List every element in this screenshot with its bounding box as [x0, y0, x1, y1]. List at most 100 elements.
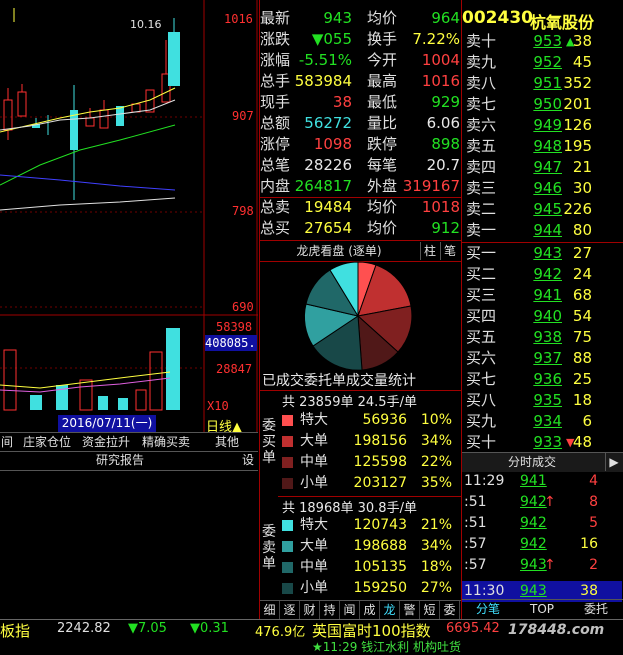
info-tab[interactable]: 财	[300, 601, 320, 619]
bid-price[interactable]: 938	[522, 327, 562, 348]
func-button-3[interactable]: 精确买卖	[138, 433, 194, 451]
trade-time: :57	[464, 557, 487, 573]
stat-name: 中单	[300, 559, 328, 575]
ask-volume: 45	[572, 53, 592, 71]
stat-name: 中单	[300, 454, 328, 470]
price-label-2: 907	[232, 109, 254, 123]
quote-row: 最新 943 均价 964	[260, 8, 460, 29]
order-row: 买七 936 25	[462, 369, 622, 390]
info-tab[interactable]: 闻	[340, 601, 360, 619]
stat-row: 小单 203127 35%	[282, 473, 460, 494]
kline-chart[interactable]: 1016 907 798 690 10.16 58398 408085. 288…	[0, 0, 258, 435]
bid-price[interactable]: 942	[522, 264, 562, 285]
bid-price[interactable]: 937	[522, 348, 562, 369]
info-tab[interactable]: 龙	[380, 601, 400, 619]
stat-volume: 56936	[362, 412, 407, 428]
quote-value: 1018	[421, 198, 460, 216]
bid-price[interactable]: 933	[522, 432, 562, 453]
order-row: 买六 937 88	[462, 348, 622, 369]
right-tab[interactable]: TOP	[516, 600, 568, 618]
bid-price[interactable]: 940	[522, 306, 562, 327]
func-button-1[interactable]: 庄家仓位	[18, 433, 76, 451]
right-tab[interactable]: 分笔	[462, 600, 514, 618]
quote-row: 现手 38 最低 929	[260, 92, 460, 113]
ask-price[interactable]: 950	[522, 94, 562, 115]
stat-percent: 10%	[420, 412, 452, 428]
stat-volume: 125598	[353, 454, 407, 470]
ask-volume: 38	[572, 32, 592, 50]
ask-price[interactable]: 952	[522, 52, 562, 73]
bid-label: 买一	[466, 244, 497, 262]
stat-color-swatch	[282, 478, 293, 489]
stat-name: 特大	[300, 517, 328, 533]
bid-price[interactable]: 934	[522, 411, 562, 432]
ask-price[interactable]: 947	[522, 157, 562, 178]
quote-row: 总额 56272 量比 6.06	[260, 113, 460, 134]
ask-price[interactable]: 945	[522, 199, 562, 220]
bid-volume: 27	[572, 244, 592, 262]
quote-label: 内盘	[260, 177, 291, 195]
buy-summary: 共 23859单 24.5手/单	[282, 395, 417, 410]
info-tab[interactable]: 逐	[280, 601, 300, 619]
quote-row: 总手 583984 最高 1016	[260, 71, 460, 92]
quote-value: 898	[431, 135, 460, 153]
ask-label: 卖五	[466, 137, 497, 155]
stat-color-swatch	[282, 415, 293, 426]
quote-row: 总笔 28226 每笔 20.7	[260, 155, 460, 176]
trade-price: 942	[520, 536, 547, 552]
order-row: 买八 935 18	[462, 390, 622, 411]
bid-price[interactable]: 943	[522, 243, 562, 264]
bid-label: 买八	[466, 391, 497, 409]
stat-color-swatch	[282, 436, 293, 447]
ask-price[interactable]: 949	[522, 115, 562, 136]
stat-row: 大单 198156 34%	[282, 431, 460, 452]
stat-color-swatch	[282, 583, 293, 594]
info-tab[interactable]: 细	[260, 601, 280, 619]
trades-expand-icon[interactable]: ▶	[605, 453, 622, 471]
ask-price[interactable]: 946	[522, 178, 562, 199]
right-tab[interactable]: 委托	[570, 600, 622, 618]
ticker-news[interactable]: ★11:29 钱江水利 机构吐货	[312, 638, 461, 655]
stat-row: 特大 120743 21%	[282, 515, 460, 536]
research-report-button[interactable]: 研究报告	[0, 451, 240, 469]
stat-percent: 27%	[420, 580, 452, 596]
info-tab[interactable]: 警	[400, 601, 420, 619]
ask-label: 卖十	[466, 32, 497, 50]
vol-label-mid: 28847	[216, 362, 253, 376]
tab-bar[interactable]: 柱	[420, 242, 439, 260]
func-button-0[interactable]: 间	[0, 433, 14, 451]
bid-volume: 88	[572, 349, 592, 367]
trade-row: :57 943 ↑ 2	[462, 555, 622, 576]
info-tab[interactable]: 成	[360, 601, 380, 619]
ask-price[interactable]: 948	[522, 136, 562, 157]
bid-price[interactable]: 941	[522, 285, 562, 306]
tab-tick[interactable]: 笔	[440, 242, 459, 260]
quote-label: 跌停	[367, 135, 398, 153]
research-settings-button[interactable]: 设	[240, 451, 256, 469]
ask-volume: 352	[563, 74, 592, 92]
func-button-4[interactable]: 其他	[200, 433, 254, 451]
bid-volume: 18	[572, 391, 592, 409]
quote-label: 最新	[260, 9, 291, 27]
order-row: 买五 938 75	[462, 327, 622, 348]
stat-row: 大单 198688 34%	[282, 536, 460, 557]
ask-price[interactable]: 951	[522, 73, 562, 94]
ticker-index-name[interactable]: 板指	[0, 620, 30, 641]
trade-row: :51 942 ↑ 8	[462, 492, 622, 513]
bid-label: 买九	[466, 412, 497, 430]
bid-price[interactable]: 936	[522, 369, 562, 390]
bid-price[interactable]: 935	[522, 390, 562, 411]
info-tab[interactable]: 委	[440, 601, 460, 619]
ask-price[interactable]: 944	[522, 220, 562, 241]
func-button-2[interactable]: 资金拉升	[78, 433, 134, 451]
ask-price[interactable]: 953	[522, 31, 562, 52]
trade-time: :57	[464, 536, 487, 552]
info-tab[interactable]: 短	[420, 601, 440, 619]
bid-label: 买七	[466, 370, 497, 388]
trade-time: :51	[464, 515, 487, 531]
bid-volume: 68	[572, 286, 592, 304]
info-tab[interactable]: 持	[320, 601, 340, 619]
bid-volume: 25	[572, 370, 592, 388]
stat-color-swatch	[282, 541, 293, 552]
quote-value: 28226	[304, 156, 352, 174]
